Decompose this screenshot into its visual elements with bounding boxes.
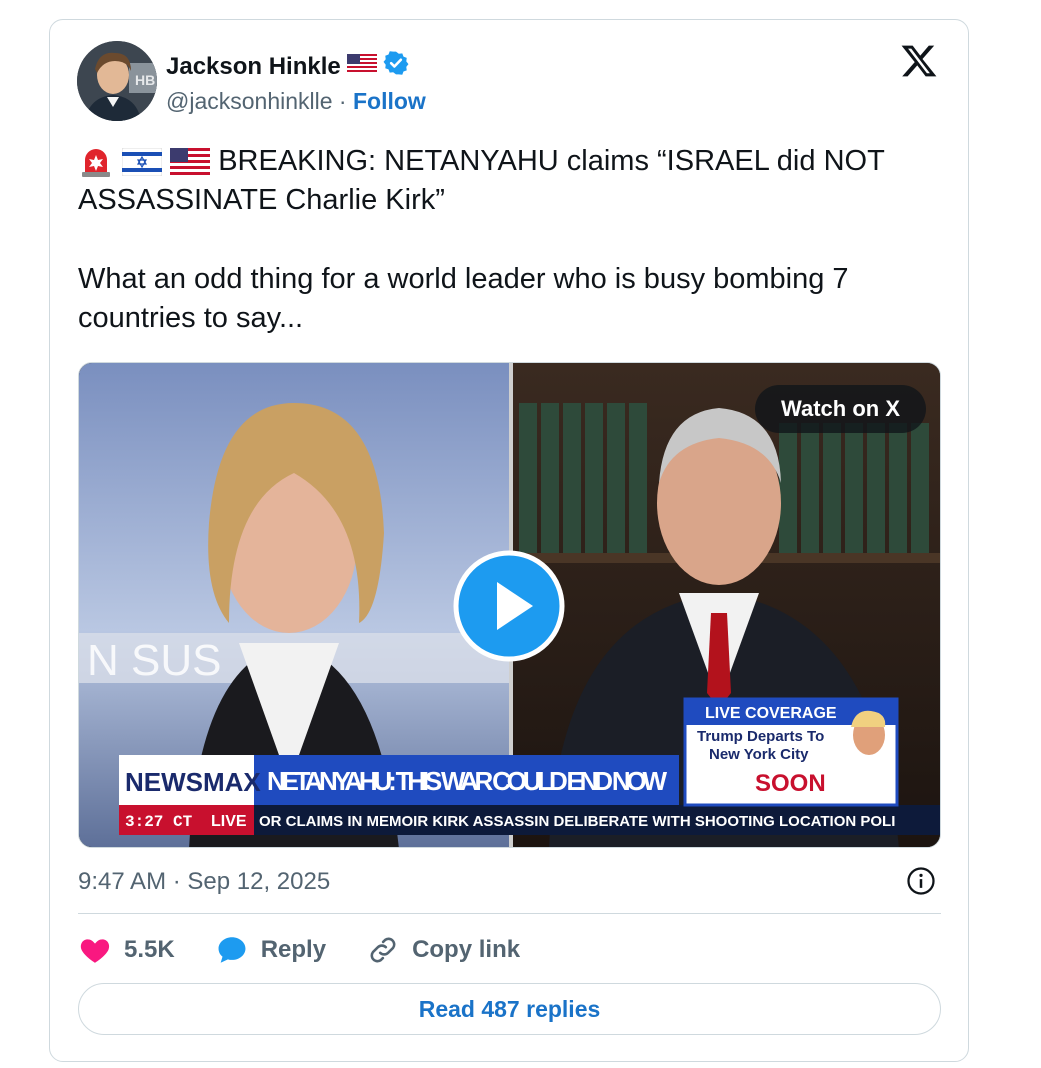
coverage-text-1: Trump Departs To — [697, 728, 824, 745]
broadcast-time: 3:27 CT — [125, 813, 193, 831]
heart-icon — [80, 939, 110, 963]
action-bar: 5.5K Reply Copy link — [78, 930, 560, 970]
avatar-image: HB — [77, 41, 157, 121]
us-flag-emoji-icon — [170, 145, 211, 177]
reply-label: Reply — [260, 936, 327, 963]
newsmax-brand: NEWSMAX — [125, 767, 261, 797]
read-replies-button[interactable]: Read 487 replies — [78, 983, 941, 1035]
coverage-soon: SOON — [755, 770, 826, 797]
copy-link-button[interactable]: Copy link — [366, 933, 520, 967]
live-coverage-title: LIVE COVERAGE — [705, 705, 837, 722]
svg-text:HB: HB — [135, 72, 155, 88]
backdrop-text: N SUS — [87, 636, 221, 685]
coverage-text-2: New York City — [709, 746, 809, 763]
x-logo-icon[interactable] — [900, 42, 938, 80]
author-handle[interactable]: @jacksonhinklle — [166, 88, 333, 114]
info-icon[interactable] — [906, 866, 936, 896]
ticker-text: OR CLAIMS IN MEMOIR KIRK ASSASSIN DELIBE… — [259, 813, 895, 830]
video-player[interactable]: N SUS NEWSMAX NETANYAHU: THIS WAR COULD … — [78, 362, 941, 848]
tweet-paragraph-2: What an odd thing for a world leader who… — [78, 263, 849, 334]
tweet-text: BREAKING: NETANYAHU claims “ISRAEL did N… — [78, 142, 958, 338]
us-flag-icon — [346, 53, 377, 81]
handle-separator: · — [332, 88, 353, 114]
avatar[interactable]: HB — [77, 41, 157, 121]
author-handle-row: @jacksonhinklle · Follow — [166, 88, 426, 115]
watch-on-x-button[interactable]: Watch on X — [755, 385, 926, 433]
verified-badge-icon — [383, 50, 409, 83]
tweet-timestamp[interactable]: 9:47 AM · Sep 12, 2025 — [78, 868, 330, 896]
divider — [78, 913, 941, 914]
reply-button[interactable]: Reply — [215, 933, 326, 967]
like-count: 5.5K — [124, 936, 175, 963]
author-name-row[interactable]: Jackson Hinkle — [166, 50, 409, 83]
link-icon — [370, 937, 396, 963]
copy-link-label: Copy link — [412, 936, 521, 963]
follow-link[interactable]: Follow — [353, 88, 426, 114]
israel-flag-icon — [122, 145, 163, 177]
author-name[interactable]: Jackson Hinkle — [166, 53, 341, 81]
like-button[interactable]: 5.5K — [78, 933, 175, 967]
tweet-card: HB Jackson Hinkle @jacksonhinklle · Foll… — [49, 19, 969, 1062]
tweet-paragraph-1: BREAKING: NETANYAHU claims “ISRAEL did N… — [78, 142, 958, 220]
siren-emoji-icon — [78, 145, 114, 178]
headline-text: NETANYAHU: THIS WAR COULD END NOW — [267, 766, 667, 796]
play-icon[interactable] — [453, 550, 565, 662]
live-label: LIVE — [211, 813, 247, 830]
reply-bubble-icon — [218, 937, 246, 963]
